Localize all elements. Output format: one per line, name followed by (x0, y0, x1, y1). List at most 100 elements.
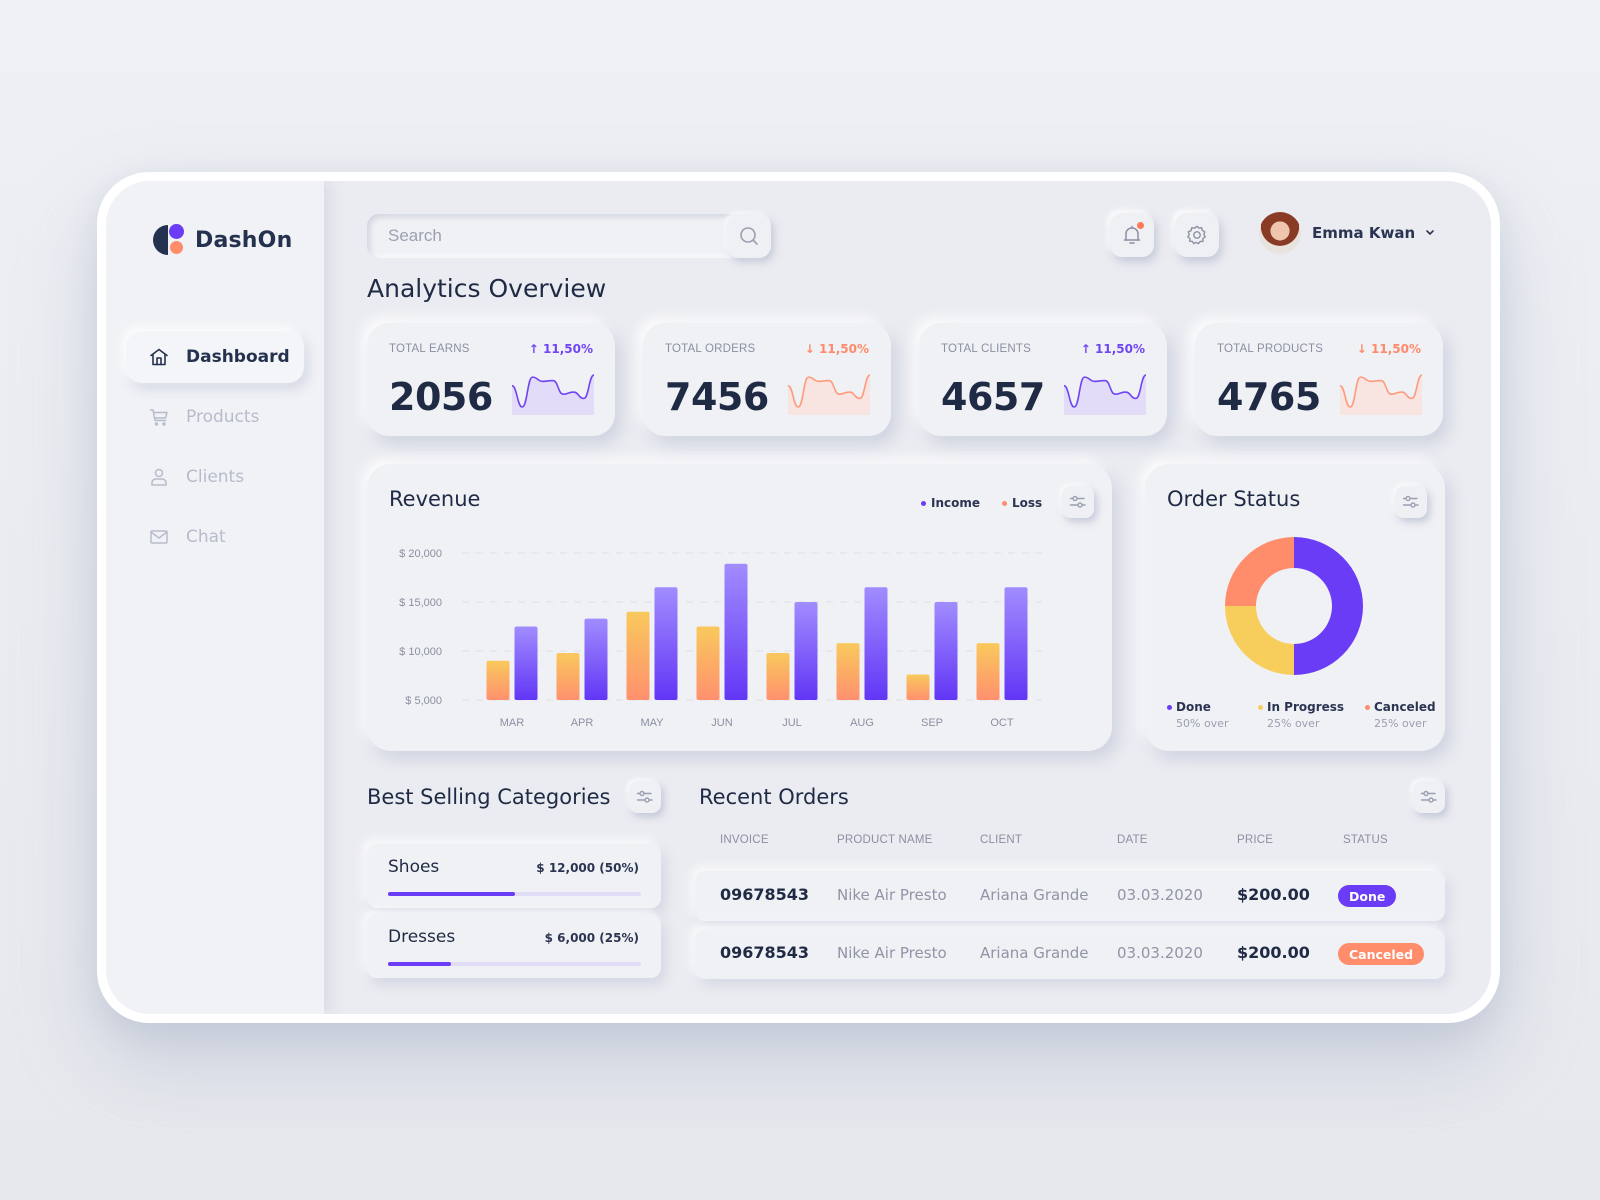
arrow-down-icon: ↓ (1356, 342, 1367, 356)
stat-card-total-products: TOTAL PRODUCTS ↓ 11,50% 4765 (1195, 323, 1443, 436)
cell-date: 03.03.2020 (1117, 944, 1203, 962)
x-tick-label: APR (571, 717, 594, 729)
bar-income-mar (514, 626, 538, 700)
x-tick-label: SEP (921, 717, 943, 729)
y-tick-label: $ 20,000 (399, 548, 442, 560)
column-header-status[interactable]: STATUS (1343, 834, 1388, 846)
stat-card-total-earns: TOTAL EARNS ↑ 11,50% 2056 (367, 323, 615, 436)
user-menu[interactable]: Emma Kwan (1259, 212, 1435, 254)
arrow-up-icon: ↑ (1080, 342, 1091, 356)
column-header-product[interactable]: PRODUCT NAME (837, 834, 932, 846)
recent-orders-filter-button[interactable] (1413, 781, 1445, 813)
logo[interactable]: DashOn (153, 224, 292, 256)
stat-value: 4765 (1217, 375, 1321, 419)
filter-icon (636, 790, 653, 803)
y-tick-label: $ 10,000 (399, 646, 442, 658)
donut-slice-done (1294, 537, 1363, 675)
best-selling-filter-button[interactable] (629, 781, 661, 813)
y-tick-label: $ 15,000 (399, 597, 442, 609)
table-row[interactable]: 09678543 Nike Air Presto Ariana Grande 0… (695, 871, 1445, 921)
category-name: Dresses (388, 927, 456, 947)
sparkline (1063, 374, 1147, 415)
bar-loss-jun (696, 626, 720, 700)
sidebar-item-label: Products (186, 407, 260, 427)
column-header-price[interactable]: PRICE (1237, 834, 1273, 846)
settings-button[interactable] (1175, 213, 1219, 257)
recent-orders-title: Recent Orders (699, 785, 849, 809)
search-input[interactable] (367, 214, 727, 258)
cell-product: Nike Air Presto (837, 886, 947, 904)
sidebar-item-dashboard[interactable]: Dashboard (126, 331, 304, 383)
sidebar-item-label: Clients (186, 467, 245, 487)
category-progress-fill (388, 962, 452, 966)
stat-value: 4657 (941, 375, 1045, 419)
column-header-invoice[interactable]: INVOICE (720, 834, 769, 846)
best-selling-title: Best Selling Categories (367, 785, 611, 809)
bar-loss-sep (906, 674, 930, 700)
stat-label: TOTAL EARNS (389, 343, 470, 355)
donut-slice-in-progress (1225, 606, 1294, 675)
stat-change: ↓ 11,50% (1356, 342, 1421, 356)
cell-client: Ariana Grande (980, 886, 1089, 904)
bar-income-sep (934, 602, 958, 700)
app-container: DashOn Dashboard Products Clients Chat S… (106, 181, 1491, 1014)
sidebar-item-products[interactable]: Products (126, 391, 304, 443)
category-item-dresses[interactable]: Dresses $ 6,000 (25%) (367, 914, 661, 978)
user-name: Emma Kwan (1312, 224, 1416, 242)
bar-income-may (654, 587, 678, 700)
arrow-down-icon: ↓ (804, 342, 815, 356)
cell-date: 03.03.2020 (1117, 886, 1203, 904)
bar-loss-jul (766, 652, 790, 700)
logo-icon (153, 224, 185, 256)
page-title: Analytics Overview (367, 274, 607, 303)
column-header-client[interactable]: CLIENT (980, 834, 1022, 846)
bar-loss-mar (486, 660, 510, 700)
sidebar-item-label: Dashboard (186, 347, 290, 367)
home-icon (148, 346, 170, 368)
stat-label: TOTAL ORDERS (665, 343, 756, 355)
stat-change: ↓ 11,50% (804, 342, 869, 356)
sparkline (1339, 374, 1423, 415)
bar-loss-aug (836, 643, 860, 700)
bar-loss-apr (556, 652, 580, 700)
mail-icon (148, 526, 170, 548)
table-row[interactable]: 09678543 Nike Air Presto Ariana Grande 0… (695, 929, 1445, 979)
cell-price: $200.00 (1237, 943, 1310, 962)
sidebar-item-clients[interactable]: Clients (126, 451, 304, 503)
notification-badge (1137, 222, 1144, 229)
x-tick-label: JUN (711, 717, 732, 729)
search-button[interactable] (727, 214, 771, 258)
category-name: Shoes (388, 857, 440, 877)
legend-canceled: Canceled 25% over (1365, 700, 1436, 730)
stat-change: ↑ 11,50% (528, 342, 593, 356)
cell-invoice: 09678543 (720, 943, 810, 962)
x-tick-label: MAR (500, 717, 525, 729)
order-status-panel: Order Status Done 50% over In Progress 2… (1145, 464, 1445, 751)
y-tick-label: $ 5,000 (405, 695, 442, 707)
bar-loss-may (626, 611, 650, 700)
category-item-shoes[interactable]: Shoes $ 12,000 (50%) (367, 844, 661, 908)
sidebar-item-chat[interactable]: Chat (126, 511, 304, 563)
cell-product: Nike Air Presto (837, 944, 947, 962)
category-progress-fill (388, 892, 515, 896)
gear-icon (1187, 225, 1206, 245)
bar-income-oct (1004, 587, 1028, 700)
column-header-date[interactable]: DATE (1117, 834, 1148, 846)
status-badge: Canceled (1338, 943, 1425, 965)
cell-client: Ariana Grande (980, 944, 1089, 962)
stat-value: 7456 (665, 375, 769, 419)
x-tick-label: MAY (640, 717, 664, 729)
stat-label: TOTAL PRODUCTS (1217, 343, 1324, 355)
x-tick-label: AUG (850, 717, 874, 729)
cart-icon (148, 406, 170, 428)
revenue-bar-chart: $ 5,000 $ 10,000 $ 15,000 $ 20,000 MAR APR MAY… (399, 548, 1042, 729)
stat-label: TOTAL CLIENTS (941, 343, 1031, 355)
bar-income-jun (724, 563, 748, 700)
notifications-button[interactable] (1110, 213, 1154, 257)
category-progress-track (388, 892, 641, 896)
category-value: $ 12,000 (50%) (536, 861, 639, 875)
sparkline (511, 374, 595, 415)
cell-price: $200.00 (1237, 885, 1310, 904)
x-tick-label: JUL (782, 717, 802, 729)
sidebar-item-label: Chat (186, 527, 226, 547)
